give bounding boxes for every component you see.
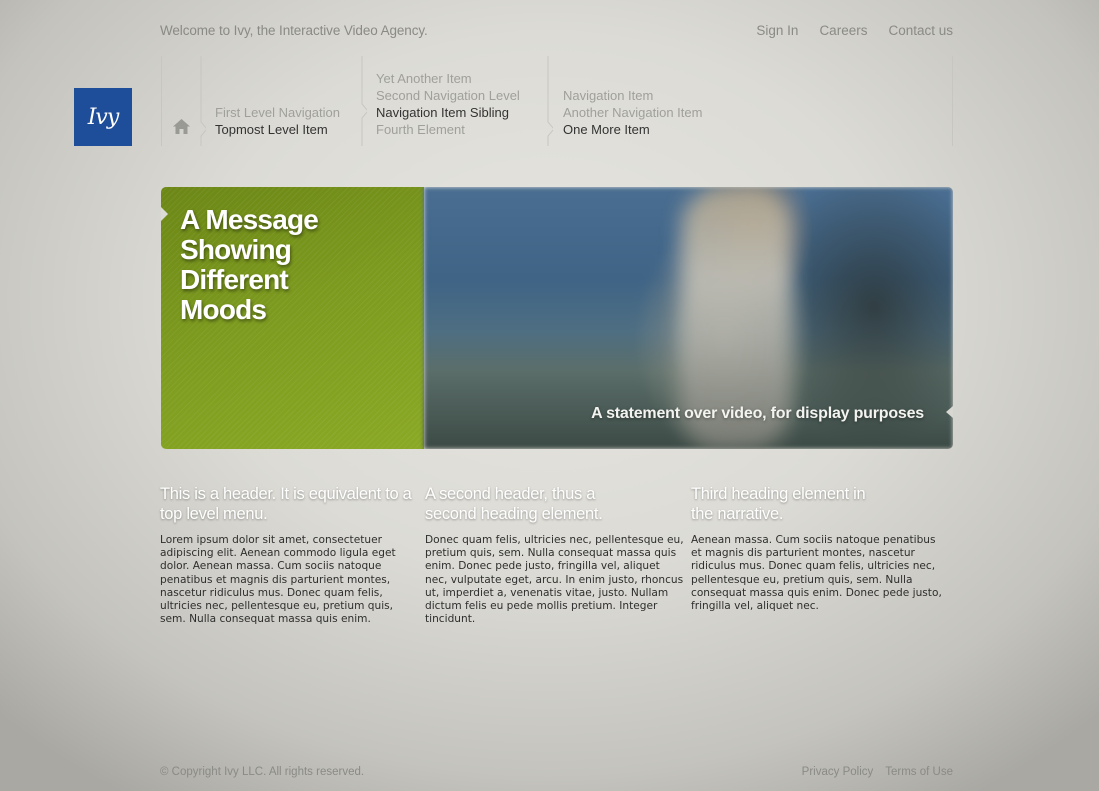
nav-divider <box>161 56 162 146</box>
hero-statement: A statement over video, for display purp… <box>591 405 924 422</box>
hero-message-panel: A Message Showing Different Moods <box>161 187 424 449</box>
footer-links: Privacy Policy Terms of Use <box>802 766 953 778</box>
nav-item-topmost-level[interactable]: Topmost Level Item <box>215 121 340 138</box>
nav-level-2: Yet Another Item Second Navigation Level… <box>376 70 520 138</box>
nav-separator-chevron <box>547 56 553 146</box>
nav-item-second-level[interactable]: Second Navigation Level <box>376 87 520 104</box>
top-links: Sign In Careers Contact us <box>756 23 953 38</box>
sign-in-link[interactable]: Sign In <box>756 23 798 38</box>
nav-item-yet-another[interactable]: Yet Another Item <box>376 70 520 87</box>
column-body: Lorem ipsum dolor sit amet, consectetuer… <box>160 534 396 626</box>
nav-item-one-more[interactable]: One More Item <box>563 121 702 138</box>
copyright-text: © Copyright Ivy LLC. All rights reserved… <box>160 766 365 778</box>
nav-level-3: Navigation Item Another Navigation Item … <box>563 87 702 138</box>
hero-notch <box>946 406 953 418</box>
contact-us-link[interactable]: Contact us <box>888 23 953 38</box>
logo-text: Ivy <box>87 104 120 130</box>
terms-of-use-link[interactable]: Terms of Use <box>885 766 953 778</box>
column-heading: Third heading element in the narrative. <box>691 485 866 523</box>
column-heading: A second header, thus a second heading e… <box>425 485 603 523</box>
nav-level-1: First Level Navigation Topmost Level Ite… <box>215 104 340 138</box>
column-body: Donec quam felis, ultricies nec, pellent… <box>425 534 684 626</box>
column-body: Aenean massa. Cum sociis natoque penatib… <box>691 534 942 613</box>
nav-separator-chevron <box>361 56 367 146</box>
content-column-3: Third heading element in the narrative. … <box>691 484 949 613</box>
content-column-1: This is a header. It is equivalent to a … <box>160 484 415 626</box>
ivy-logo[interactable]: Ivy <box>74 88 132 146</box>
hero-banner: A Message Showing Different Moods A stat… <box>161 187 953 449</box>
nav-separator-chevron <box>200 56 206 146</box>
column-heading: This is a header. It is equivalent to a … <box>160 485 412 523</box>
nav-divider <box>952 56 953 146</box>
home-icon[interactable] <box>173 119 190 134</box>
nav-item-another[interactable]: Another Navigation Item <box>563 104 702 121</box>
hero-message: A Message Showing Different Moods <box>180 204 319 325</box>
careers-link[interactable]: Careers <box>819 23 867 38</box>
nav-item-navigation[interactable]: Navigation Item <box>563 87 702 104</box>
privacy-policy-link[interactable]: Privacy Policy <box>802 766 874 778</box>
nav-item-sibling[interactable]: Navigation Item Sibling <box>376 104 520 121</box>
site-tagline: Welcome to Ivy, the Interactive Video Ag… <box>160 23 428 38</box>
nav-item-fourth[interactable]: Fourth Element <box>376 121 520 138</box>
nav-item-first-level[interactable]: First Level Navigation <box>215 104 340 121</box>
content-column-2: A second header, thus a second heading e… <box>425 484 685 626</box>
hero-notch <box>161 207 168 221</box>
